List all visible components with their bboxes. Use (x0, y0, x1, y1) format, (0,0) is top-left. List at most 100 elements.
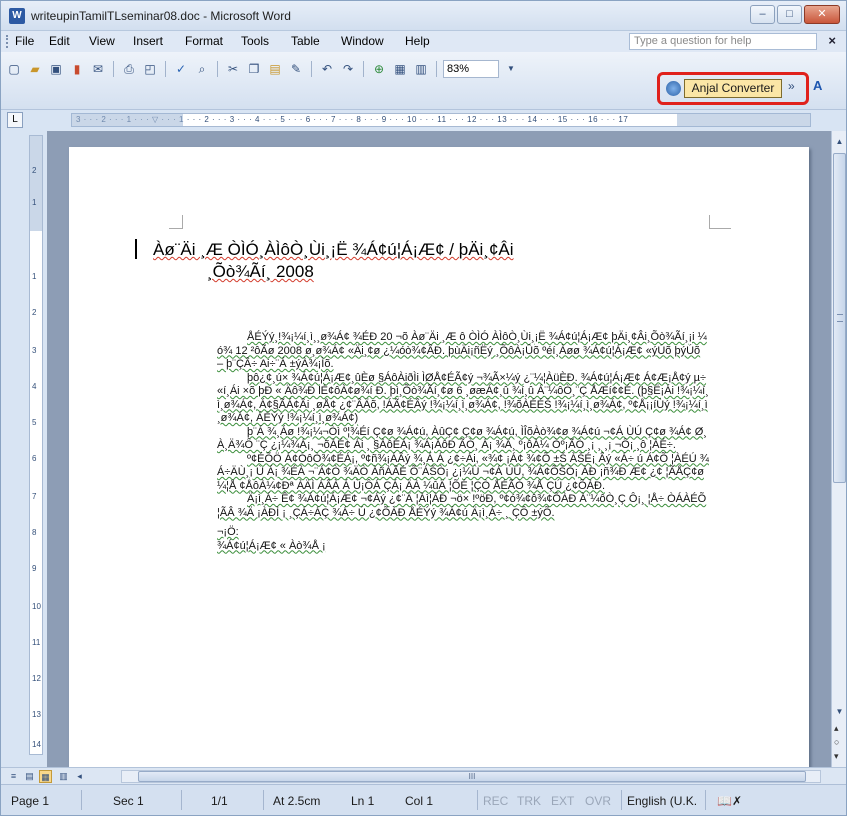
toolbar-separator (311, 61, 312, 77)
scroll-grip-icon (837, 314, 843, 322)
save-icon[interactable]: ▣ (47, 60, 65, 78)
vruler-label: 13 (32, 710, 41, 719)
permission-icon[interactable]: ▮ (68, 60, 86, 78)
scroll-up-icon[interactable]: ▲ (834, 135, 845, 148)
menu-format[interactable]: Format (185, 34, 223, 48)
minimize-button[interactable]: – (750, 5, 775, 24)
vruler-label: 8 (32, 528, 37, 537)
vertical-scroll-thumb[interactable] (833, 153, 846, 483)
vertical-ruler-margin (30, 136, 42, 231)
close-button[interactable]: ✕ (804, 5, 840, 24)
menu-table[interactable]: Table (291, 34, 320, 48)
new-icon[interactable]: ▢ (5, 60, 23, 78)
chevron-down-icon[interactable]: ▼ (502, 60, 520, 78)
spelling-icon[interactable]: ✓ (172, 60, 190, 78)
status-ovr[interactable]: OVR (585, 794, 611, 808)
status-section: Sec 1 (113, 794, 144, 808)
menu-grip-handle[interactable] (6, 35, 9, 48)
status-divider (81, 790, 82, 810)
status-trk[interactable]: TRK (517, 794, 541, 808)
document-close-icon[interactable]: × (828, 33, 836, 48)
menu-view[interactable]: View (89, 34, 115, 48)
menu-tools[interactable]: Tools (241, 34, 269, 48)
status-divider (621, 790, 622, 810)
print-preview-icon[interactable]: ◰ (141, 60, 159, 78)
cut-icon[interactable]: ✂ (224, 60, 242, 78)
menu-help[interactable]: Help (405, 34, 430, 48)
toolbar-separator (113, 61, 114, 77)
menu-window[interactable]: Window (341, 34, 384, 48)
vertical-ruler[interactable]: 2 1 1 2 3 4 5 6 7 8 9 10 11 12 13 14 (29, 135, 43, 755)
margin-corner-mark (169, 215, 183, 229)
status-language[interactable]: English (U.K. (627, 794, 697, 808)
status-ext[interactable]: EXT (551, 794, 574, 808)
menu-edit[interactable]: Edit (49, 34, 70, 48)
vruler-label: 2 (32, 166, 37, 175)
title-line-2: ¸Õò¾Ãí¸ 2008 (207, 262, 314, 281)
status-at: At 2.5cm (273, 794, 321, 808)
paragraph: ¬¡Ö: (217, 526, 239, 538)
horizontal-bar: ≡ ▤ ▦ ▥ ◂ III (1, 767, 846, 784)
maximize-button[interactable]: □ (777, 5, 802, 24)
standard-toolbar: ▢ ▰ ▣ ▮ ✉ ⎙ ◰ ✓ ⌕ ✂ ❐ ▤ ✎ ↶ ↷ ⊕ ▦ ▥ 83% … (1, 52, 846, 110)
insert-table-icon[interactable]: ▥ (412, 60, 430, 78)
menu-insert[interactable]: Insert (133, 34, 163, 48)
horizontal-scroll-thumb[interactable]: III (138, 771, 806, 782)
horizontal-scrollbar[interactable]: III (121, 770, 821, 783)
hyperlink-icon[interactable]: ⊕ (370, 60, 388, 78)
styles-formatting-icon[interactable]: A (813, 78, 822, 93)
vruler-label: 12 (32, 674, 41, 683)
status-divider (263, 790, 264, 810)
margin-corner-mark (709, 215, 731, 229)
spelling-status-icon[interactable]: 📖✗ (717, 794, 742, 808)
vertical-scrollbar[interactable]: ▲ ▼ ▴ ○ ▾ (831, 131, 846, 767)
word-app-icon[interactable]: W (9, 8, 25, 24)
status-col: Col 1 (405, 794, 434, 808)
redo-icon[interactable]: ↷ (339, 60, 357, 78)
globe-icon[interactable] (666, 81, 681, 96)
scroll-down-icon[interactable]: ▼ (834, 705, 845, 718)
tab-selector[interactable]: L (7, 112, 23, 128)
tables-icon[interactable]: ▦ (391, 60, 409, 78)
outline-view-icon[interactable]: ▥ (57, 770, 70, 783)
paragraph: ¾Á¢ú¦Á¡Æ¢ « Àò¾Å ¡ (217, 539, 326, 552)
anjal-converter-button[interactable]: Anjal Converter (684, 79, 782, 98)
paragraph: Ä¡ì¸Á÷ Ê¢ ¾Á¢ú¦Á¡Æ¢ ¬¢Áý ¿¢¨Ä ¦Àì¦ÀÐ ¬ö×… (217, 493, 707, 519)
ruler-row: L 3 · · · 2 · · · 1 · · · ▽ · · · 1 · · … (1, 110, 846, 130)
paragraph: þ¨Á ¾¸Áø !¾¡¼¬Òì º¦¾Éí Ç¢ø ¾Á¢ú, ÀûÇ¢ Ç¢… (217, 425, 707, 452)
ruler-left-margin (71, 113, 183, 127)
next-page-icon[interactable]: ▾ (834, 751, 839, 762)
print-layout-view-icon[interactable]: ▦ (39, 770, 52, 783)
vruler-label: 11 (32, 638, 41, 647)
toolbar-separator (436, 61, 437, 77)
paragraph: þô¿¢¸ú× ¾Á¢ú¦Á¡Æ¢¸ûÈø §ÁôÀiðÌi ÌØÅ¢ÉÃ¢ý … (217, 371, 709, 425)
format-painter-icon[interactable]: ✎ (287, 60, 305, 78)
ruler-right-margin (677, 113, 811, 127)
copy-icon[interactable]: ❐ (245, 60, 263, 78)
help-question-input[interactable]: Type a question for help (629, 33, 817, 50)
paste-icon[interactable]: ▤ (266, 60, 284, 78)
undo-icon[interactable]: ↶ (318, 60, 336, 78)
previous-page-icon[interactable]: ▴ (834, 723, 839, 734)
vruler-label: 6 (32, 454, 37, 463)
email-icon[interactable]: ✉ (89, 60, 107, 78)
status-divider (181, 790, 182, 810)
web-layout-view-icon[interactable]: ▤ (23, 770, 36, 783)
menu-file[interactable]: File (15, 34, 34, 48)
toolbar-overflow-icon[interactable]: » (788, 79, 795, 93)
status-line: Ln 1 (351, 794, 375, 808)
select-browse-object-icon[interactable]: ○ (834, 737, 839, 748)
reading-layout-view-icon[interactable]: ◂ (73, 770, 86, 783)
normal-view-icon[interactable]: ≡ (7, 770, 20, 783)
vruler-label: 3 (32, 346, 37, 355)
menu-bar: File Edit View Insert Format Tools Table… (1, 31, 846, 52)
toolbar-row: ▢ ▰ ▣ ▮ ✉ ⎙ ◰ ✓ ⌕ ✂ ❐ ▤ ✎ ↶ ↷ ⊕ ▦ ▥ 83% … (5, 58, 520, 80)
zoom-select[interactable]: 83% (443, 60, 499, 78)
open-icon[interactable]: ▰ (26, 60, 44, 78)
vruler-label: 10 (32, 602, 41, 611)
print-icon[interactable]: ⎙ (120, 60, 138, 78)
document-title: Àø¨Äi ¸Æ ÒÌÓ¸ÀÌôÒ¸Ùi¸¡Ë ¾Á¢ú¦Á¡Æ¢ / þÄi¸… (153, 239, 673, 283)
status-rec[interactable]: REC (483, 794, 508, 808)
research-icon[interactable]: ⌕ (193, 60, 211, 78)
document-page[interactable]: Àø¨Äi ¸Æ ÒÌÓ¸ÀÌôÒ¸Ùi¸¡Ë ¾Á¢ú¦Á¡Æ¢ / þÄi¸… (69, 147, 809, 767)
